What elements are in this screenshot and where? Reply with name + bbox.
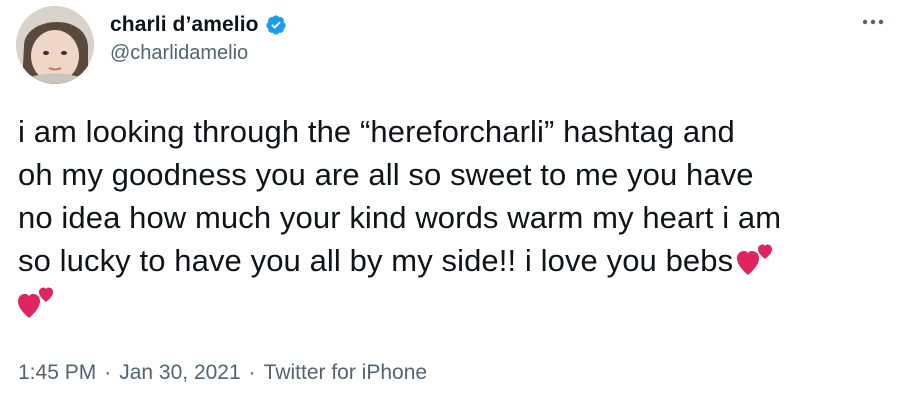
tweet-text-line: i am looking through the “hereforcharli”…	[18, 114, 735, 149]
tweet-text-line-emoji-only	[18, 282, 898, 325]
tweet-time[interactable]: 1:45 PM	[18, 361, 96, 385]
meta-separator: ·	[104, 361, 112, 384]
tweet-meta: 1:45 PM · Jan 30, 2021 · Twitter for iPh…	[18, 361, 427, 385]
meta-separator: ·	[248, 361, 256, 384]
display-name[interactable]: charli d’amelio	[110, 13, 259, 37]
two-hearts-icon	[737, 241, 775, 277]
tweet-text-line-with-emoji: so lucky to have you all by my side!! i …	[18, 239, 898, 282]
tweet-card: charli d’amelio @charlidamelio i am look…	[0, 0, 910, 404]
more-options-button[interactable]	[858, 10, 888, 34]
user-handle[interactable]: @charlidamelio	[110, 42, 287, 65]
more-horizontal-icon	[862, 19, 884, 25]
two-hearts-icon	[18, 284, 56, 320]
avatar-image	[16, 6, 94, 84]
tweet-text-line: so lucky to have you all by my side!! i …	[18, 243, 734, 278]
tweet-text-line: no idea how much your kind words warm my…	[18, 200, 782, 235]
user-info: charli d’amelio @charlidamelio	[110, 12, 287, 65]
tweet-date[interactable]: Jan 30, 2021	[119, 361, 240, 385]
verified-badge-icon	[265, 14, 287, 36]
tweet-text: i am looking through the “hereforcharli”…	[18, 110, 898, 325]
tweet-text-line: oh my goodness you are all so sweet to m…	[18, 157, 754, 192]
avatar[interactable]	[16, 6, 94, 84]
tweet-source-link[interactable]: Twitter for iPhone	[264, 361, 427, 385]
name-row: charli d’amelio	[110, 12, 287, 38]
